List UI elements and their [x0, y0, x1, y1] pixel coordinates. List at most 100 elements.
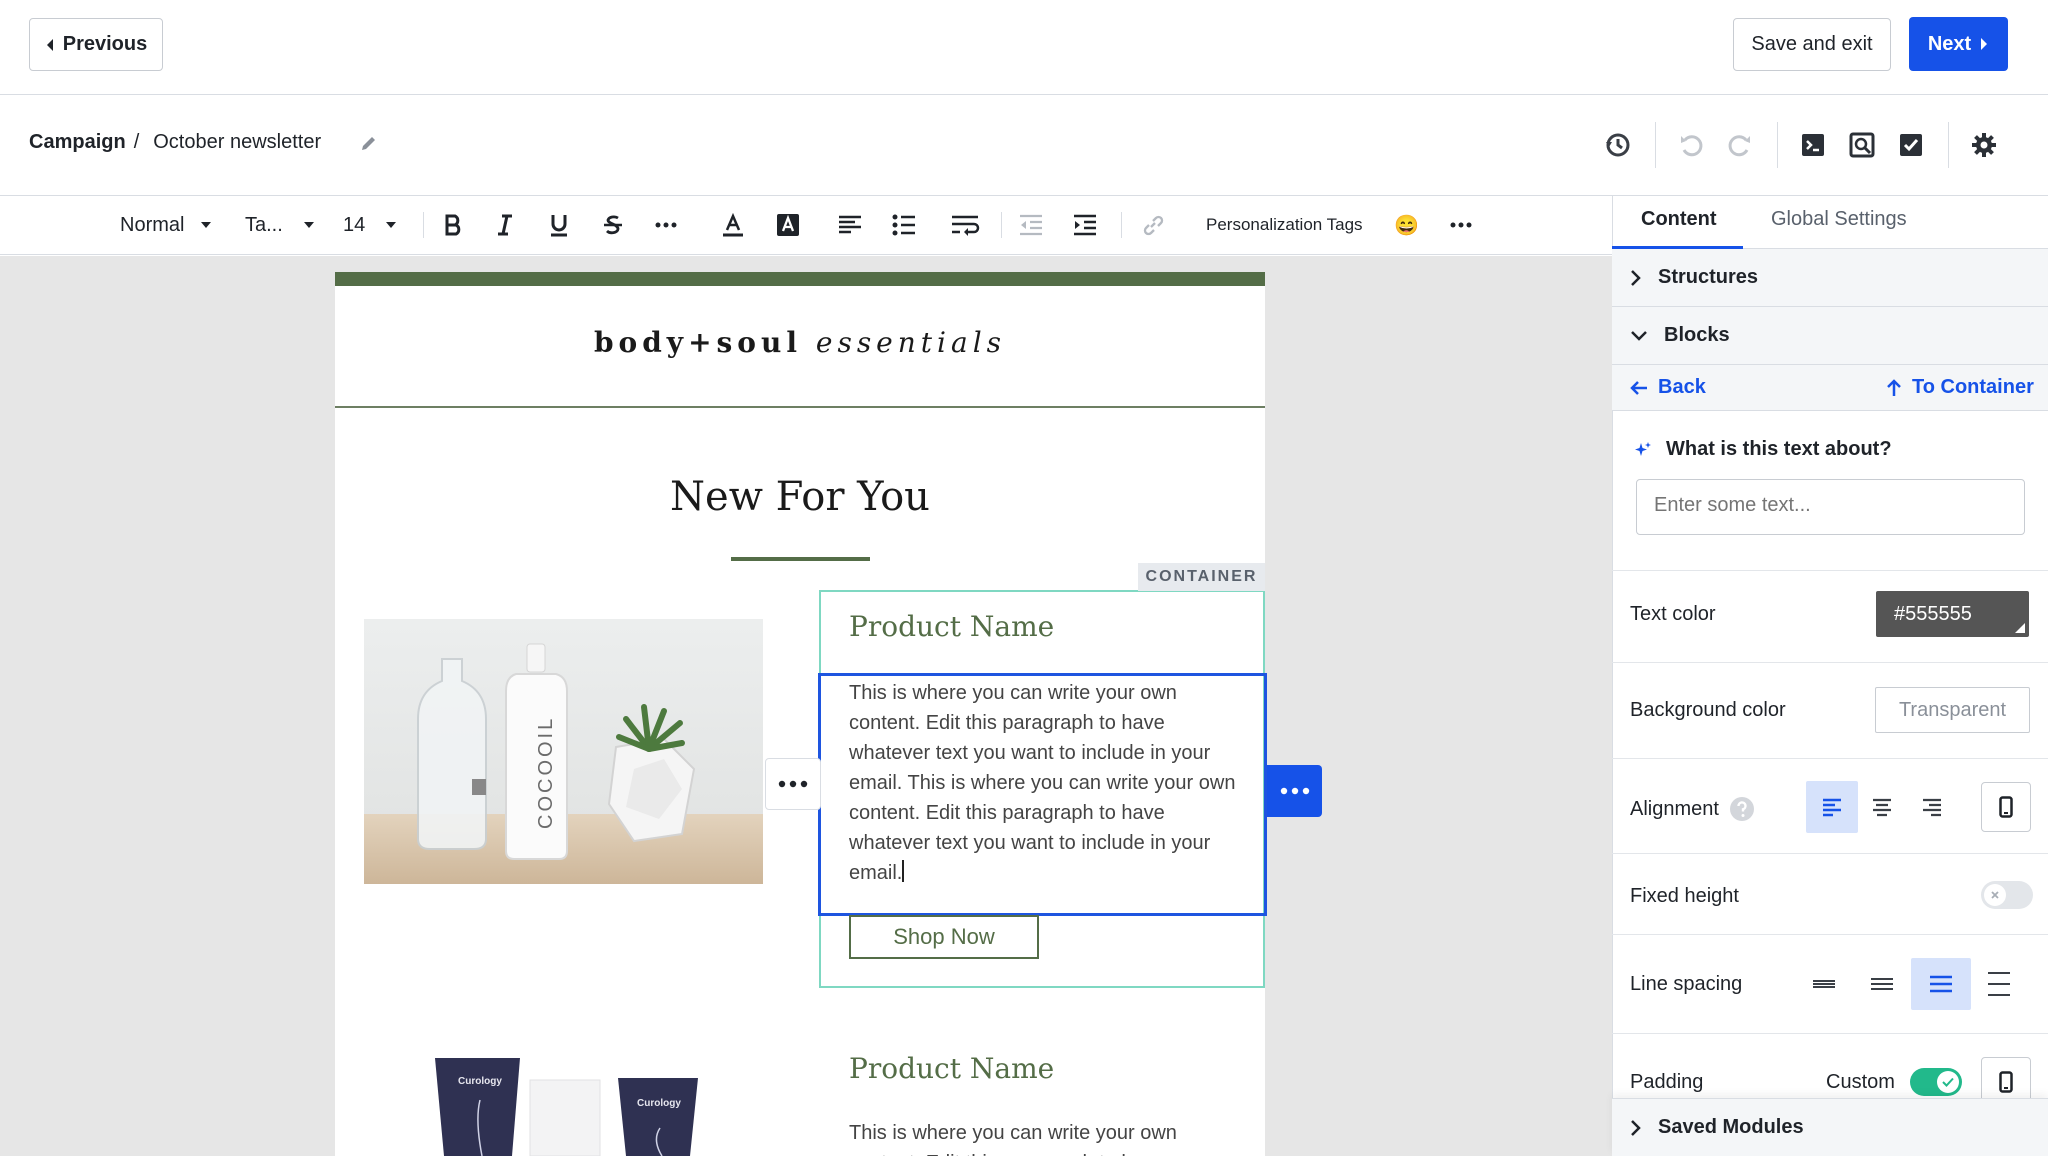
- toolbar-divider: [1655, 122, 1656, 168]
- headline-underline: [731, 557, 870, 561]
- toggle-off-knob: [1984, 884, 2006, 906]
- brand-italic-text: essentials: [815, 326, 1007, 359]
- link-icon[interactable]: [1140, 208, 1166, 242]
- corner-resize-icon: [2015, 623, 2025, 633]
- product-image-1[interactable]: COCOOIL: [364, 619, 763, 884]
- brand-logo[interactable]: body+soul essentials: [335, 326, 1265, 359]
- italic-icon[interactable]: [492, 208, 518, 242]
- mobile-device-icon: [1999, 1071, 2013, 1093]
- campaign-name: October newsletter: [153, 131, 322, 153]
- product-name-2[interactable]: Product Name: [849, 1052, 1054, 1085]
- caret-right-icon: [1979, 37, 1989, 51]
- tab-global-settings[interactable]: Global Settings: [1771, 208, 1907, 231]
- fixed-height-toggle[interactable]: [1981, 881, 2033, 909]
- gear-icon[interactable]: [1967, 128, 2001, 162]
- blocks-section[interactable]: Blocks: [1612, 307, 2048, 365]
- mobile-alignment-button[interactable]: [1981, 782, 2031, 832]
- text-color-value: #555555: [1894, 602, 1972, 625]
- more-options-icon[interactable]: [1448, 208, 1474, 242]
- toggle-on-knob: [1937, 1071, 1959, 1093]
- paragraph-style-select[interactable]: Normal: [120, 208, 212, 242]
- line-spacing-loose-button[interactable]: [1969, 958, 2029, 1010]
- pencil-icon[interactable]: [359, 133, 379, 153]
- code-editor-icon[interactable]: [1796, 128, 1830, 162]
- breadcrumb: Campaign / October newsletter: [29, 131, 379, 154]
- font-family-select[interactable]: Ta...: [245, 208, 315, 242]
- tab-content[interactable]: Content: [1641, 208, 1717, 231]
- saved-modules-label: Saved Modules: [1658, 1116, 1804, 1138]
- next-button[interactable]: Next: [1909, 17, 2008, 71]
- text-block-options-icon[interactable]: [1267, 765, 1322, 817]
- highlight-color-icon[interactable]: [775, 208, 801, 242]
- chevron-right-icon: [1630, 269, 1642, 287]
- brand-divider: [335, 406, 1265, 408]
- mobile-device-icon: [1999, 796, 2013, 818]
- bold-icon[interactable]: [440, 208, 466, 242]
- padding-custom-toggle[interactable]: [1910, 1068, 1962, 1096]
- line-spacing-tight-button[interactable]: [1794, 958, 1854, 1010]
- next-label: Next: [1927, 32, 1972, 55]
- ai-prompt-input[interactable]: [1636, 479, 2025, 535]
- align-left-icon[interactable]: [837, 208, 863, 242]
- text-color-picker[interactable]: #555555: [1876, 591, 2029, 637]
- line-spacing-normal-button[interactable]: [1852, 958, 1912, 1010]
- email-headline[interactable]: New For You: [335, 474, 1265, 520]
- product-image-2[interactable]: Curology Curology: [380, 1020, 760, 1156]
- toolbar-divider: [423, 212, 424, 238]
- caret-down-icon: [385, 221, 397, 229]
- previous-button[interactable]: Previous: [29, 18, 163, 71]
- emoji-glyph: 😄: [1394, 214, 1419, 237]
- line-spacing-label: Line spacing: [1630, 973, 1743, 995]
- caret-down-icon: [303, 221, 315, 229]
- indent-icon[interactable]: [1072, 208, 1098, 242]
- strikethrough-icon[interactable]: [600, 208, 626, 242]
- saved-modules-section[interactable]: Saved Modules: [1612, 1098, 2048, 1156]
- preview-icon[interactable]: [1845, 128, 1879, 162]
- undo-icon[interactable]: [1674, 128, 1708, 162]
- chevron-right-icon: [1630, 1119, 1642, 1137]
- email-header-bar: [335, 272, 1265, 286]
- back-label: Back: [1658, 376, 1706, 398]
- back-link[interactable]: Back: [1630, 376, 1706, 399]
- save-and-exit-button[interactable]: Save and exit: [1733, 18, 1891, 71]
- font-family-value: Ta...: [245, 213, 283, 236]
- product-description-1[interactable]: This is where you can write your own con…: [849, 678, 1239, 888]
- text-wrap-icon[interactable]: [950, 208, 980, 242]
- background-color-picker[interactable]: Transparent: [1875, 687, 2030, 733]
- alignment-row: Alignment: [1630, 796, 1755, 822]
- text-cursor: [902, 860, 905, 882]
- redo-icon[interactable]: [1723, 128, 1757, 162]
- font-size-select[interactable]: 14: [343, 208, 397, 242]
- history-icon[interactable]: [1601, 128, 1635, 162]
- paragraph-style-value: Normal: [120, 213, 185, 236]
- block-options-icon[interactable]: [765, 758, 821, 810]
- panel-divider: [1612, 570, 2048, 571]
- background-color-label: Background color: [1630, 699, 1786, 721]
- ai-prompt-label: What is this text about?: [1634, 438, 1892, 461]
- font-size-value: 14: [343, 213, 366, 236]
- product-description-2[interactable]: This is where you can write your own con…: [849, 1118, 1239, 1156]
- arrow-up-icon: [1886, 378, 1902, 397]
- align-left-button[interactable]: [1806, 781, 1858, 833]
- emoji-icon[interactable]: 😄: [1394, 208, 1419, 242]
- underline-icon[interactable]: [546, 208, 572, 242]
- help-icon[interactable]: [1729, 796, 1755, 822]
- align-right-button[interactable]: [1906, 781, 1958, 833]
- shop-now-button[interactable]: Shop Now: [849, 915, 1039, 959]
- ai-prompt-label-text: What is this text about?: [1666, 438, 1892, 460]
- fixed-height-label: Fixed height: [1630, 885, 1739, 907]
- text-color-icon[interactable]: [720, 208, 746, 242]
- more-formatting-icon[interactable]: [653, 208, 679, 242]
- test-check-icon[interactable]: [1894, 128, 1928, 162]
- format-toolbar: [0, 197, 1612, 255]
- product-name-1[interactable]: Product Name: [849, 610, 1054, 643]
- breadcrumb-root[interactable]: Campaign: [29, 131, 126, 154]
- container-tag[interactable]: CONTAINER: [1138, 563, 1265, 591]
- personalization-tags-button[interactable]: Personalization Tags: [1206, 208, 1363, 242]
- align-center-button[interactable]: [1856, 781, 1908, 833]
- to-container-link[interactable]: To Container: [1886, 376, 2034, 399]
- outdent-icon[interactable]: [1018, 208, 1044, 242]
- structures-section[interactable]: Structures: [1612, 249, 2048, 307]
- line-spacing-relaxed-button[interactable]: [1911, 958, 1971, 1010]
- bulleted-list-icon[interactable]: [891, 208, 917, 242]
